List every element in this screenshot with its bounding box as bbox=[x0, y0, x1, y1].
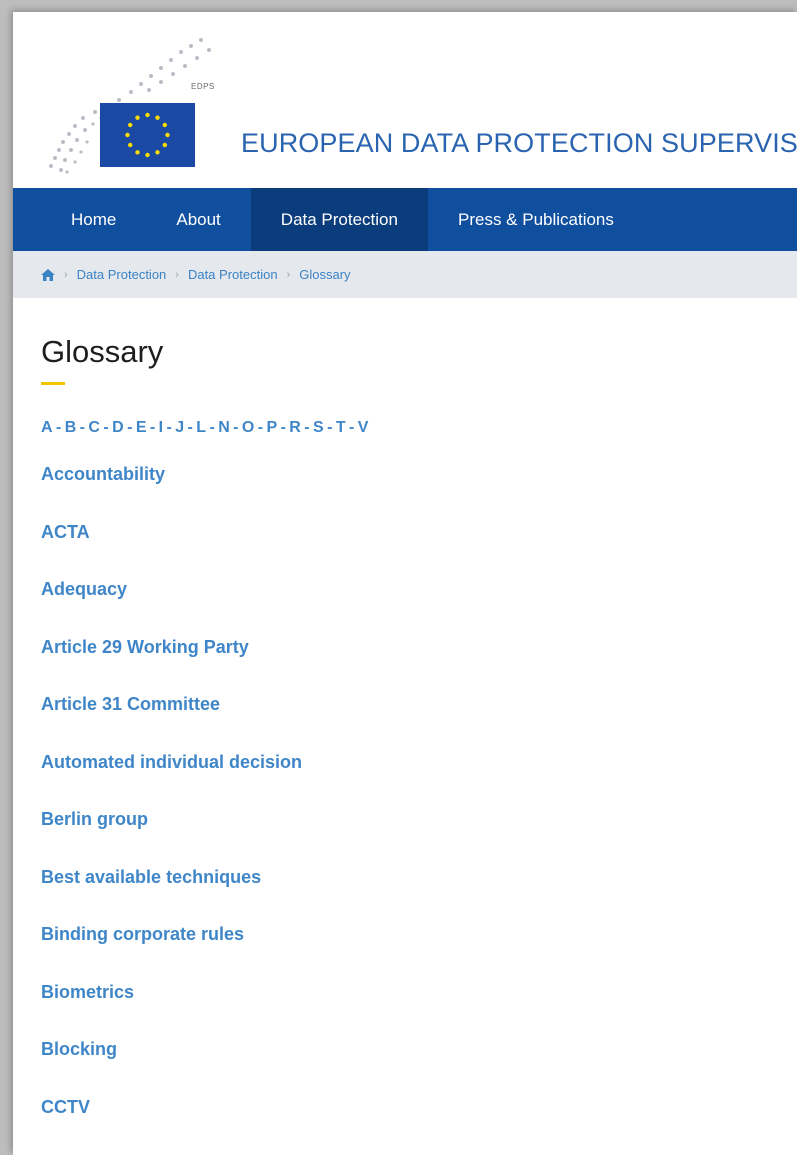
alphabet-link-p[interactable]: P bbox=[266, 419, 277, 436]
alphabet-separator: - bbox=[209, 419, 216, 436]
list-item: Blocking bbox=[41, 1039, 777, 1097]
alphabet-link-o[interactable]: O bbox=[242, 419, 255, 436]
alphabet-separator: - bbox=[149, 419, 156, 436]
nav-press-publications[interactable]: Press & Publications bbox=[428, 188, 644, 251]
breadcrumb: › Data Protection › Data Protection › Gl… bbox=[13, 251, 797, 298]
alphabet-link-a[interactable]: A bbox=[41, 419, 53, 436]
alphabet-link-l[interactable]: L bbox=[196, 419, 206, 436]
alphabet-link-i[interactable]: I bbox=[159, 419, 164, 436]
breadcrumb-item[interactable]: Data Protection bbox=[188, 267, 278, 282]
alphabet-link-t[interactable]: T bbox=[336, 419, 346, 436]
alphabet-link-s[interactable]: S bbox=[313, 419, 324, 436]
alphabet-separator: - bbox=[127, 419, 133, 436]
breadcrumb-separator: › bbox=[286, 268, 291, 281]
breadcrumb-item-current[interactable]: Glossary bbox=[299, 267, 350, 282]
alphabet-separator: - bbox=[257, 419, 264, 436]
alphabet-link-c[interactable]: C bbox=[88, 419, 100, 436]
glossary-term-link[interactable]: CCTV bbox=[41, 1097, 90, 1117]
alphabet-separator: - bbox=[280, 419, 287, 436]
alphabet-separator: - bbox=[304, 419, 310, 436]
glossary-term-link[interactable]: Blocking bbox=[41, 1039, 117, 1059]
glossary-term-link[interactable]: Automated individual decision bbox=[41, 752, 302, 772]
list-item: Article 31 Committee bbox=[41, 694, 777, 752]
glossary-term-link[interactable]: Article 31 Committee bbox=[41, 694, 220, 714]
edps-tag: EDPS bbox=[191, 82, 215, 91]
glossary-list: Accountability ACTA Adequacy Article 29 Wor… bbox=[41, 464, 777, 1154]
page-title: Glossary bbox=[41, 334, 164, 369]
nav-home[interactable]: Home bbox=[13, 188, 146, 251]
alphabet-separator: - bbox=[187, 419, 194, 436]
alphabet-separator: - bbox=[103, 419, 110, 436]
site-header: EDPS EUROPEAN DATA PROTECTION SUPERVISOR bbox=[13, 12, 797, 188]
glossary-term-link[interactable]: ACTA bbox=[41, 522, 90, 542]
home-icon[interactable] bbox=[41, 268, 55, 281]
alphabet-link-v[interactable]: V bbox=[358, 419, 369, 436]
list-item: CCTV bbox=[41, 1097, 777, 1155]
glossary-term-link[interactable]: Adequacy bbox=[41, 579, 127, 599]
alphabet-separator: - bbox=[55, 419, 62, 436]
list-item: Biometrics bbox=[41, 982, 777, 1040]
glossary-term-link[interactable]: Binding corporate rules bbox=[41, 924, 244, 944]
nav-data-protection[interactable]: Data Protection bbox=[250, 188, 428, 251]
title-underline bbox=[41, 382, 65, 385]
eu-stars-icon bbox=[125, 112, 170, 158]
list-item: Article 29 Working Party bbox=[41, 637, 777, 695]
nav-about[interactable]: About bbox=[146, 188, 250, 251]
alphabet-link-d[interactable]: D bbox=[112, 419, 124, 436]
alphabet-separator: - bbox=[79, 419, 86, 436]
main-content: Glossary A-B-C-D-E-I-J-L-N-O-P-R-S-T-V A… bbox=[41, 332, 777, 1154]
alphabet-link-e[interactable]: E bbox=[136, 419, 147, 436]
alphabet-index: A-B-C-D-E-I-J-L-N-O-P-R-S-T-V bbox=[41, 419, 777, 437]
glossary-term-link[interactable]: Accountability bbox=[41, 464, 165, 484]
glossary-term-link[interactable]: Article 29 Working Party bbox=[41, 637, 249, 657]
list-item: Binding corporate rules bbox=[41, 924, 777, 982]
main-nav: Home About Data Protection Press & Publi… bbox=[13, 188, 797, 251]
eu-flag-logo[interactable] bbox=[100, 103, 195, 167]
glossary-term-link[interactable]: Berlin group bbox=[41, 809, 148, 829]
breadcrumb-item[interactable]: Data Protection bbox=[77, 267, 167, 282]
alphabet-separator: - bbox=[327, 419, 333, 436]
list-item: ACTA bbox=[41, 522, 777, 580]
alphabet-separator: - bbox=[349, 419, 355, 436]
list-item: Accountability bbox=[41, 464, 777, 522]
list-item: Berlin group bbox=[41, 809, 777, 867]
alphabet-separator: - bbox=[233, 419, 239, 436]
glossary-term-link[interactable]: Biometrics bbox=[41, 982, 134, 1002]
site-title[interactable]: EUROPEAN DATA PROTECTION SUPERVISOR bbox=[241, 128, 797, 159]
breadcrumb-separator: › bbox=[175, 268, 179, 281]
alphabet-link-n[interactable]: N bbox=[218, 419, 230, 436]
alphabet-link-b[interactable]: B bbox=[65, 419, 77, 436]
alphabet-link-j[interactable]: J bbox=[175, 419, 184, 436]
list-item: Best available techniques bbox=[41, 867, 777, 925]
alphabet-separator: - bbox=[166, 419, 173, 436]
alphabet-link-r[interactable]: R bbox=[289, 419, 301, 436]
list-item: Adequacy bbox=[41, 579, 777, 637]
glossary-term-link[interactable]: Best available techniques bbox=[41, 867, 261, 887]
breadcrumb-separator: › bbox=[64, 268, 68, 281]
list-item: Automated individual decision bbox=[41, 752, 777, 810]
browser-page: EDPS EUROPEAN DATA PROTECTION SUPERVISOR… bbox=[13, 12, 797, 1155]
